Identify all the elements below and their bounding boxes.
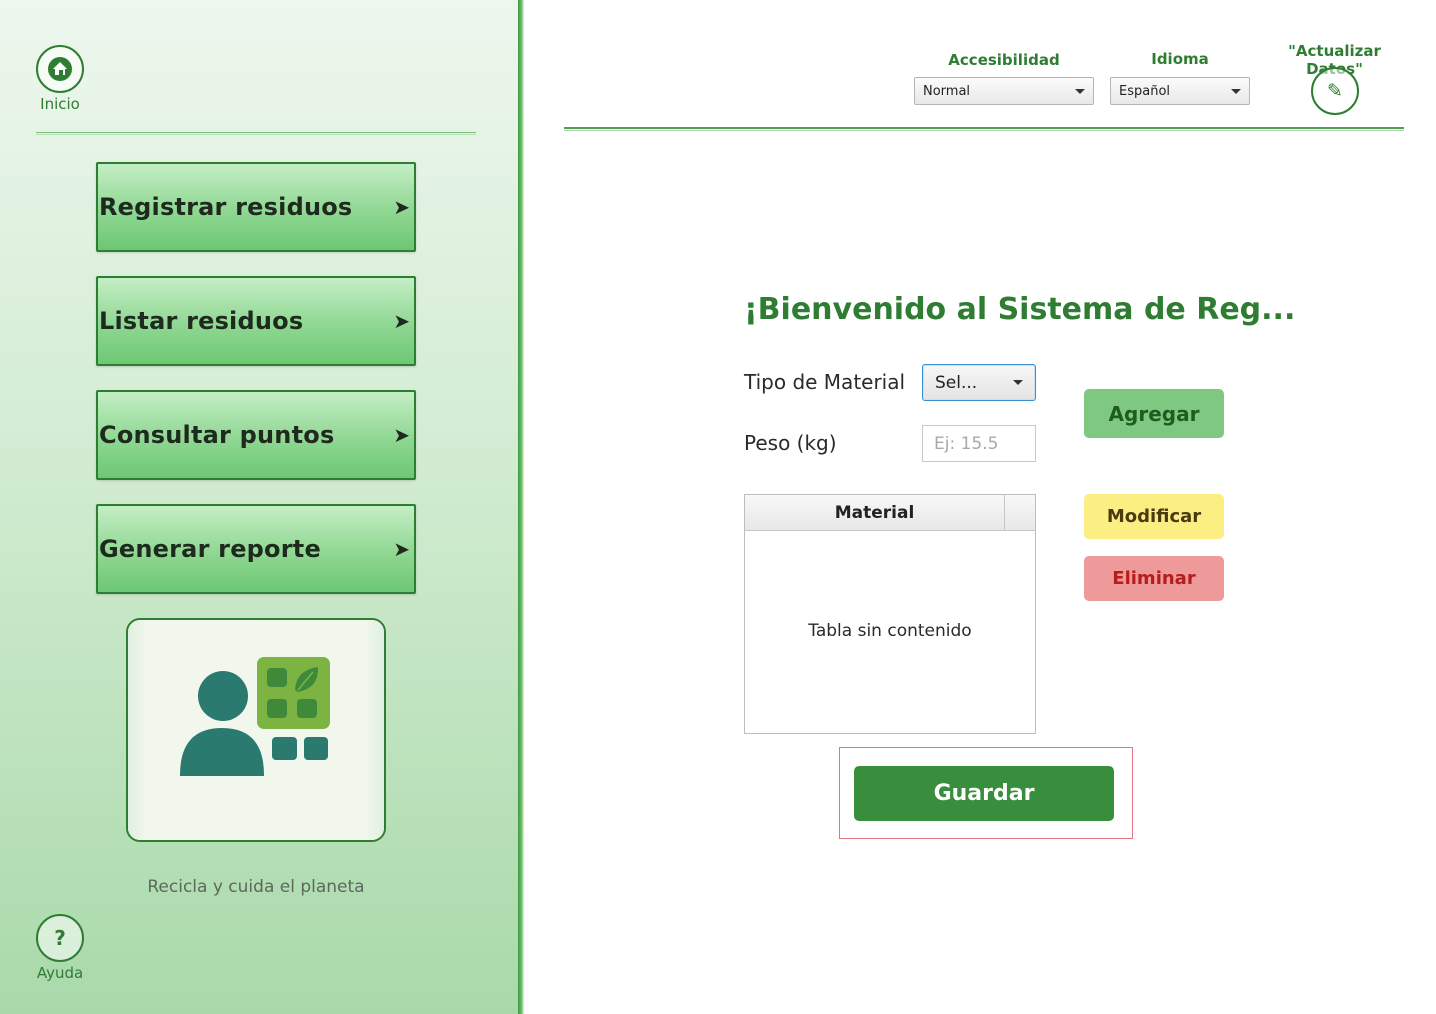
add-button[interactable]: Agregar — [1084, 389, 1224, 438]
welcome-title: ¡Bienvenido al Sistema de Reg... — [744, 292, 1296, 327]
menu-item-label: Generar reporte — [99, 535, 321, 563]
question-mark-icon: ? — [54, 926, 66, 950]
table-empty-message: Tabla sin contenido — [808, 621, 972, 641]
menu-item-label: Listar residuos — [99, 307, 304, 335]
help-button[interactable]: ? — [36, 914, 84, 962]
arrow-right-icon: ➤ — [393, 309, 410, 333]
update-data-button[interactable]: ✎ — [1311, 67, 1359, 115]
user-recycling-illustration — [180, 657, 330, 776]
illustration-card — [126, 618, 386, 842]
sidebar-divider — [36, 132, 476, 135]
chevron-down-icon — [1075, 88, 1085, 94]
column-header-material[interactable]: Material — [745, 495, 1005, 530]
accessibility-value: Normal — [923, 83, 971, 99]
accessibility-select[interactable]: Normal — [914, 77, 1094, 105]
language-label: Idioma — [1151, 50, 1209, 68]
menu-item-label: Consultar puntos — [99, 421, 335, 449]
home-caption: Inicio — [40, 95, 80, 113]
header-divider — [564, 127, 1404, 131]
material-type-label: Tipo de Material — [744, 370, 906, 394]
materials-table[interactable]: Material Tabla sin contenido — [744, 494, 1036, 734]
save-button[interactable]: Guardar — [854, 766, 1114, 821]
language-select[interactable]: Español — [1110, 77, 1250, 105]
home-button[interactable] — [36, 45, 84, 93]
modify-button[interactable]: Modificar — [1084, 494, 1224, 539]
column-header-filler — [1005, 495, 1035, 530]
menu-generar-reporte-button[interactable]: Generar reporte ➤ — [96, 504, 416, 594]
chevron-down-icon — [1231, 88, 1241, 94]
home-icon — [48, 57, 72, 81]
menu-item-label: Registrar residuos — [99, 193, 353, 221]
menu-listar-residuos-button[interactable]: Listar residuos ➤ — [96, 276, 416, 366]
material-type-select[interactable]: Sel... — [922, 364, 1036, 401]
arrow-right-icon: ➤ — [393, 423, 410, 447]
material-type-value: Sel... — [935, 372, 978, 393]
arrow-right-icon: ➤ — [393, 195, 410, 219]
language-value: Español — [1119, 83, 1171, 99]
sidebar-edge — [518, 0, 524, 1014]
arrow-right-icon: ➤ — [393, 537, 410, 561]
delete-button[interactable]: Eliminar — [1084, 556, 1224, 601]
weight-label: Peso (kg) — [744, 431, 837, 455]
weight-input[interactable] — [922, 425, 1036, 462]
pencil-icon: ✎ — [1327, 80, 1343, 102]
menu-consultar-puntos-button[interactable]: Consultar puntos ➤ — [96, 390, 416, 480]
tagline: Recicla y cuida el planeta — [147, 877, 365, 897]
menu-registrar-residuos-button[interactable]: Registrar residuos ➤ — [96, 162, 416, 252]
table-header: Material — [745, 495, 1035, 531]
sidebar: Inicio Registrar residuos ➤ Listar resid… — [0, 0, 518, 1014]
chevron-down-icon — [1013, 380, 1023, 385]
help-caption: Ayuda — [36, 964, 84, 982]
accessibility-label: Accesibilidad — [948, 51, 1060, 69]
